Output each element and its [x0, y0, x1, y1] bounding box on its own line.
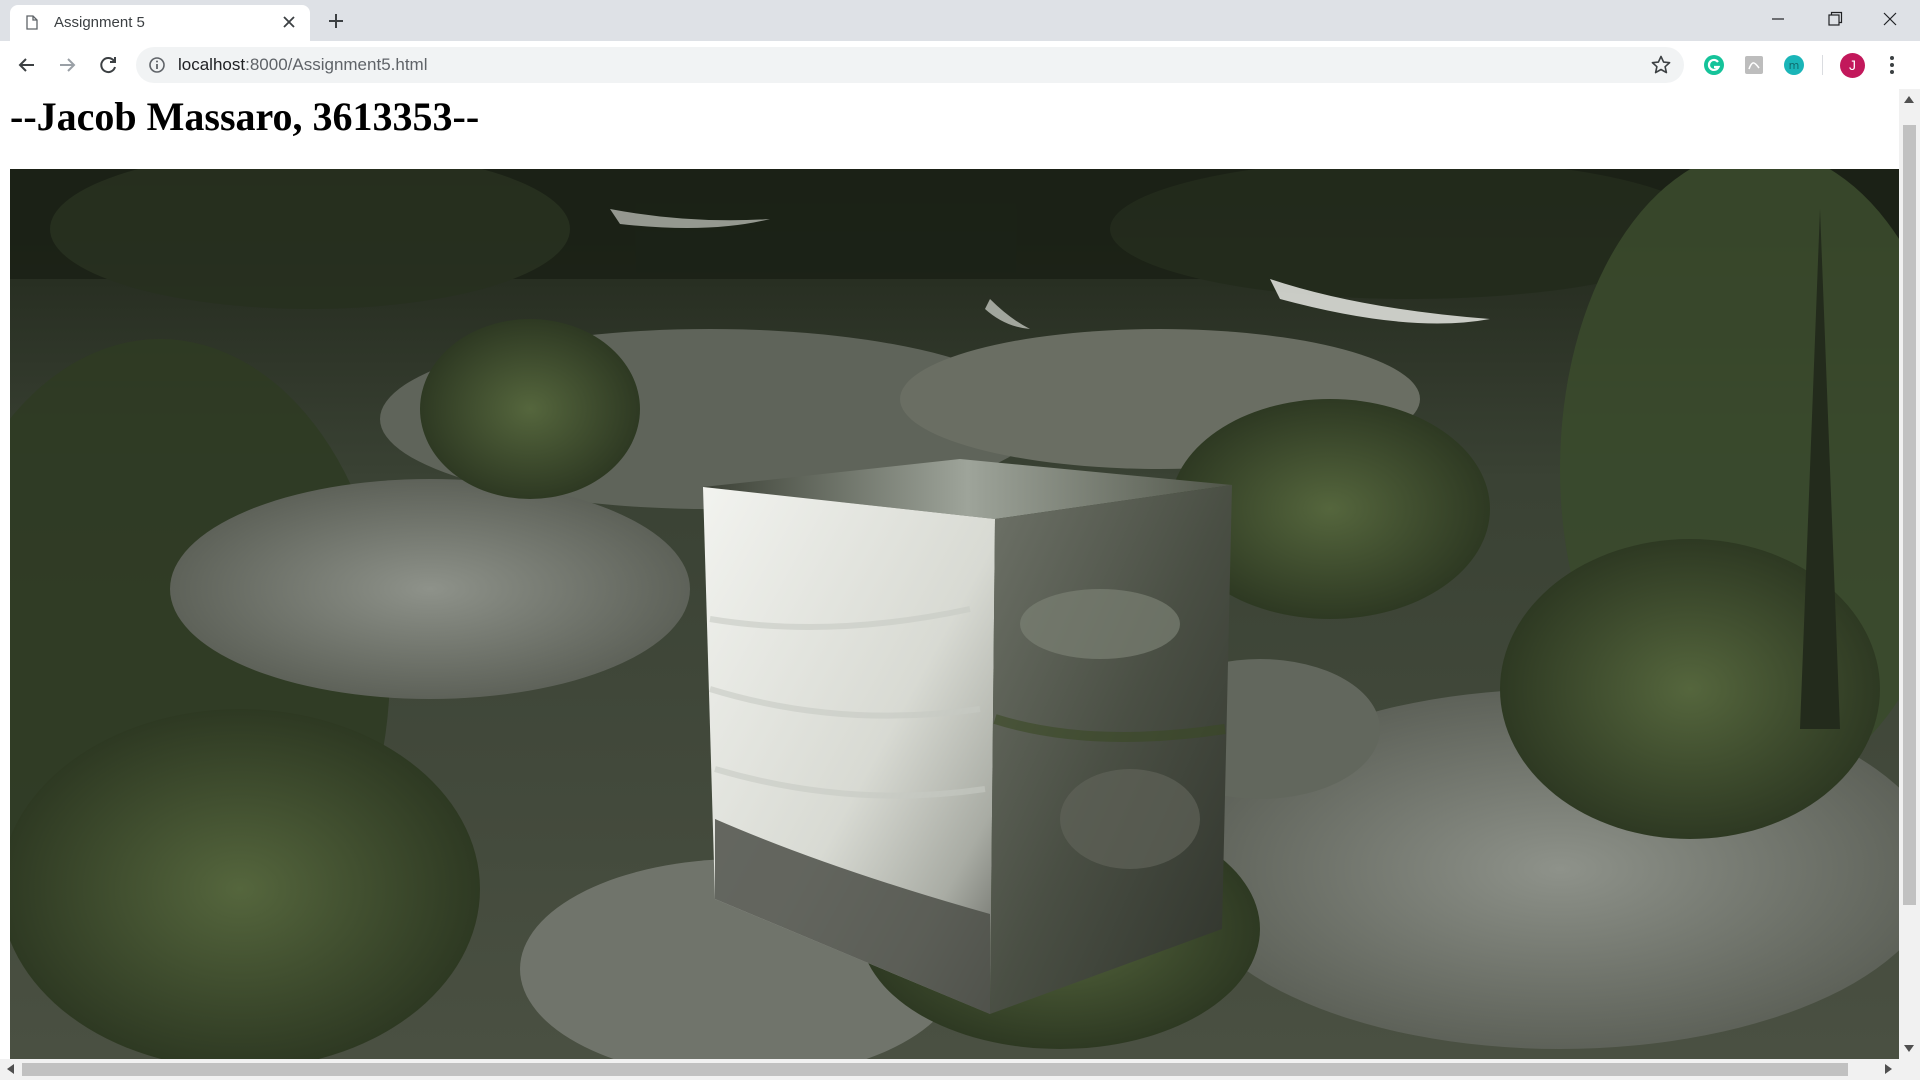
- minimize-icon[interactable]: [1750, 0, 1806, 38]
- tab-strip: Assignment 5: [0, 0, 1920, 41]
- tab-assignment-5[interactable]: Assignment 5: [10, 5, 310, 41]
- grammarly-icon[interactable]: [1702, 53, 1726, 77]
- new-tab-icon[interactable]: [324, 9, 348, 33]
- horizontal-scrollbar[interactable]: [0, 1059, 1920, 1080]
- webgl-skybox-canvas[interactable]: [10, 169, 1899, 1059]
- cube-right-face: [990, 485, 1232, 1014]
- more-menu-icon[interactable]: [1880, 53, 1904, 77]
- forward-icon[interactable]: [53, 51, 81, 79]
- scroll-right-icon[interactable]: [1885, 1064, 1893, 1074]
- page-heading: --Jacob Massaro, 3613353--: [10, 94, 480, 139]
- tab-title: Assignment 5: [54, 14, 145, 31]
- reload-icon[interactable]: [94, 51, 122, 79]
- close-window-icon[interactable]: [1862, 0, 1918, 38]
- profile-avatar[interactable]: J: [1840, 53, 1865, 78]
- scroll-up-icon[interactable]: [1904, 95, 1914, 103]
- info-icon[interactable]: [148, 56, 166, 74]
- horizontal-scroll-thumb[interactable]: [22, 1063, 1848, 1076]
- url-text[interactable]: localhost:8000/Assignment5.html: [178, 55, 428, 75]
- close-tab-icon[interactable]: [278, 11, 300, 33]
- back-icon[interactable]: [13, 51, 41, 79]
- svg-text:m: m: [1789, 59, 1800, 72]
- scroll-left-icon[interactable]: [6, 1064, 14, 1074]
- page-viewport: --Jacob Massaro, 3613353--: [0, 89, 1899, 1059]
- vertical-scrollbar[interactable]: [1899, 89, 1920, 1059]
- browser-toolbar: localhost:8000/Assignment5.html m J: [0, 41, 1920, 90]
- vertical-scroll-thumb[interactable]: [1903, 125, 1916, 905]
- restore-icon[interactable]: [1806, 0, 1862, 38]
- toolbar-separator: [1822, 55, 1823, 75]
- page-icon: [26, 15, 38, 30]
- address-bar[interactable]: localhost:8000/Assignment5.html: [136, 47, 1684, 83]
- pdf-icon[interactable]: [1742, 53, 1766, 77]
- meet-icon[interactable]: m: [1782, 53, 1806, 77]
- bookmark-star-icon[interactable]: [1650, 54, 1672, 76]
- scroll-down-icon[interactable]: [1904, 1045, 1914, 1053]
